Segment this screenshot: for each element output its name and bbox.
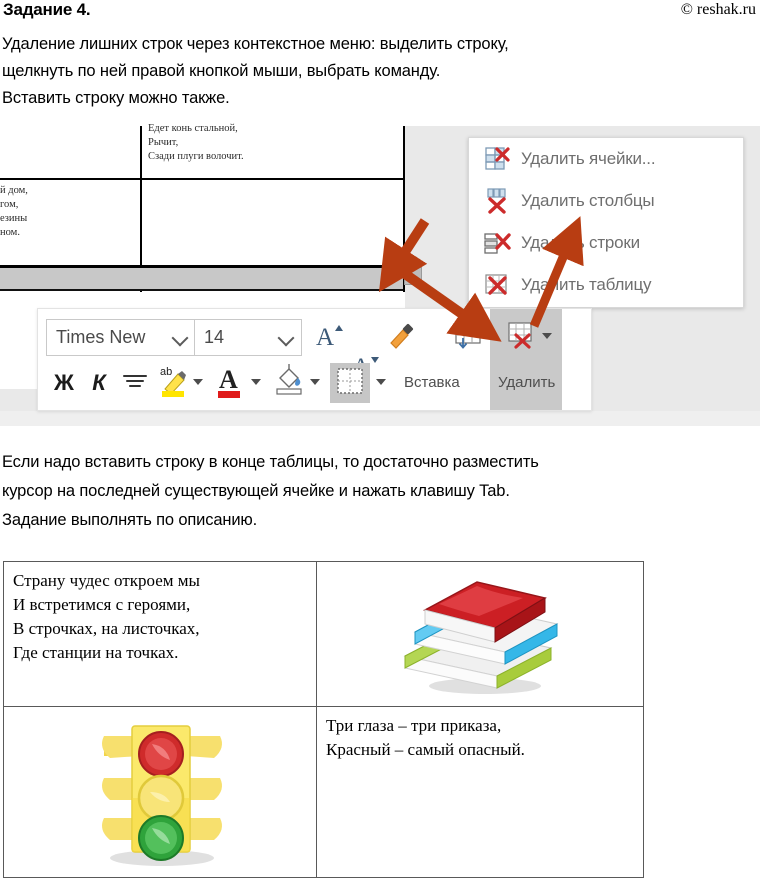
cell-line: ном. [0,227,20,238]
menu-item-label: Удалить столбцы [521,191,655,210]
font-size-dropdown[interactable]: 14 [194,319,302,356]
cell-line: езины [0,213,28,224]
delete-table-ribbon-icon [505,321,537,356]
cell-line: гом, [0,199,19,210]
delete-group-label: Удалить [498,374,556,391]
paint-bucket-icon [272,362,306,405]
svg-text:ab: ab [160,366,172,378]
selected-table-row-right[interactable] [142,268,403,291]
menu-item-delete-cells[interactable]: Удалить ячейки... [469,138,743,180]
menu-item-label: Удалить таблицу [521,275,652,294]
align-lines-icon [122,371,148,396]
page-title: Задание 4. [3,0,91,19]
text-highlight-button[interactable]: ab [156,363,190,403]
highlighter-icon: ab [157,362,189,405]
chevron-down-icon[interactable] [275,320,301,355]
traffic-light-image [4,707,316,877]
cell-line: Рычит, [148,137,179,148]
font-color-button[interactable]: A [213,363,247,403]
ribbon-toolbar[interactable]: Times New 14 A A [37,308,592,411]
table-cell-left-middle: й дом, гом, езины ном. [0,184,28,240]
menu-item-label: Удалить ячейки... [521,149,656,168]
poem-line: Красный – самый опасный. [326,740,525,759]
poem-line: И встретимся с героями, [13,595,191,614]
poem-cell-text-2: Три глаза – три приказа, Красный – самый… [316,706,644,878]
poem-line: Где станции на точках. [13,643,179,662]
table-row: Страну чудес откроем мы И встретимся с г… [3,561,644,707]
insert-table-button[interactable] [451,321,485,355]
insert-table-icon [452,321,484,356]
menu-item-delete-table[interactable]: Удалить таблицу [469,264,743,306]
bold-label: Ж [54,370,74,395]
poem-cell-image-books [316,561,644,707]
menu-item-delete-columns[interactable]: Удалить столбцы [469,180,743,222]
table-row: Три глаза – три приказа, Красный – самый… [3,706,644,878]
delete-rows-icon [483,229,513,257]
format-painter-icon [387,323,415,354]
middle-line-3: Задание выполнять по описанию. [2,511,258,529]
cell-line: й дом, [0,185,28,196]
intro-line-1: Удаление лишних строк через контекстное … [2,35,509,53]
poem-line: Три глаза – три приказа, [326,716,502,735]
font-size-value: 14 [204,327,225,347]
poem-cell-image-traffic-light [3,706,317,878]
cell-line: Сзади плуги волочит. [148,151,244,162]
bold-button[interactable]: Ж [50,367,78,399]
insert-table-caret-icon[interactable] [485,333,495,339]
screenshot-backdrop-bottom [0,411,760,426]
align-button[interactable] [120,367,150,399]
delete-columns-icon [483,187,513,215]
borders-caret-icon[interactable] [376,379,386,385]
chevron-down-icon[interactable] [169,320,195,355]
grow-font-button[interactable]: A [314,323,343,353]
format-painter-button[interactable] [386,323,416,353]
highlight-caret-icon[interactable] [193,379,203,385]
middle-paragraph: Если надо вставить строку в конце таблиц… [2,448,702,535]
font-name-dropdown[interactable]: Times New [46,319,196,356]
intro-line-2: щелкнуть по ней правой кнопкой мыши, выб… [2,62,441,80]
delete-table-icon [483,271,513,299]
italic-label: К [92,370,106,395]
shading-caret-icon[interactable] [310,379,320,385]
poem-cell-text-1: Страну чудес откроем мы И встретимся с г… [3,561,317,707]
grow-font-label: A [315,324,335,351]
middle-line-1: Если надо вставить строку в конце таблиц… [2,453,539,471]
table-row-divider-1 [0,178,405,180]
ribbon-row-top: Times New 14 A A [38,315,591,381]
poem-line: Страну чудес откроем мы [13,571,200,590]
borders-button[interactable] [330,363,370,403]
svg-text:A: A [219,365,238,394]
delete-table-button[interactable] [504,321,538,355]
intro-line-3: Вставить строку можно также. [2,89,230,107]
font-color-icon: A [214,362,246,405]
insert-group-label: Вставка [404,374,460,391]
poem-line: В строчках, на листочках, [13,619,200,638]
table-resize-handle[interactable] [404,267,422,285]
delete-table-caret-icon[interactable] [542,333,552,339]
font-color-caret-icon[interactable] [251,379,261,385]
table-cell-right-top: Едет конь стальной, Рычит, Сзади плуги в… [148,122,244,164]
intro-paragraph: Удаление лишних строк через контекстное … [2,31,702,112]
copyright-watermark: © reshak.ru [680,1,756,18]
ribbon-row-bottom: Ж К ab A Вставка Удалить [38,361,591,409]
word-screenshot-illustration: Едет конь стальной, Рычит, Сзади плуги в… [0,123,760,426]
context-menu[interactable]: Удалить ячейки... Удалить столбцы Удалит… [468,137,744,308]
font-name-value: Times New [56,327,146,347]
poem-text-block: Страну чудес откроем мы И встретимся с г… [4,562,316,665]
cell-line: Едет конь стальной, [148,123,238,134]
borders-icon [335,366,365,401]
italic-button[interactable]: К [86,367,112,399]
menu-item-label: Удалить строки [521,233,640,252]
stack-of-books-image [317,562,643,706]
poem-table: Страну чудес откроем мы И встретимся с г… [3,561,644,878]
middle-line-2: курсор на последней существующей ячейке … [2,482,510,500]
shading-button[interactable] [271,363,307,403]
delete-cells-icon [483,145,513,173]
menu-item-delete-rows[interactable]: Удалить строки [469,222,743,264]
poem-text-block: Три глаза – три приказа, Красный – самый… [317,707,643,762]
document-table-fragment: Едет конь стальной, Рычит, Сзади плуги в… [0,123,405,292]
